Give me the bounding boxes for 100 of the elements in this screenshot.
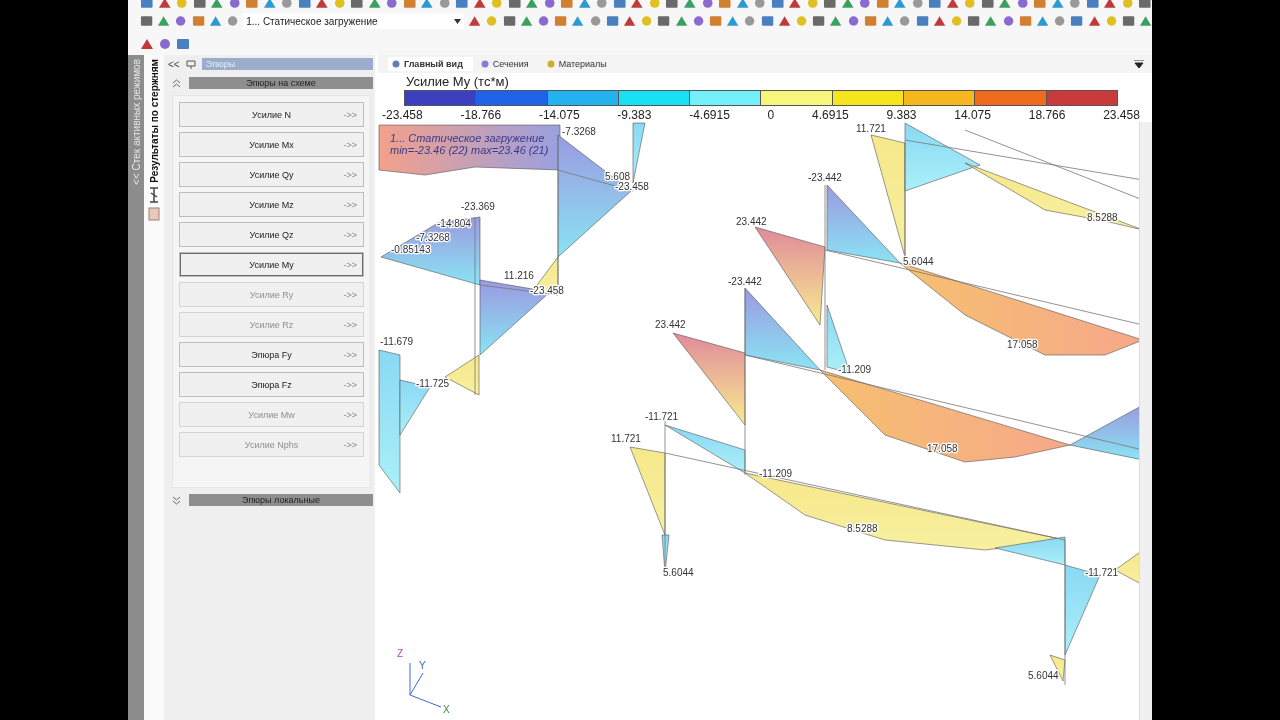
toolbar-icon[interactable]: [1068, 0, 1082, 10]
toolbar-icon[interactable]: [192, 0, 207, 10]
toolbar-icon[interactable]: [898, 14, 912, 28]
toolbar-icon[interactable]: [998, 0, 1012, 10]
toolbar-icon[interactable]: [1121, 14, 1136, 28]
toolbar-icon[interactable]: [420, 0, 434, 10]
toolbar-icon[interactable]: [210, 0, 224, 10]
toolbar-icon[interactable]: [743, 14, 757, 28]
toolbar-icon[interactable]: [437, 0, 452, 10]
toolbar-icon[interactable]: [967, 14, 981, 28]
view-tab[interactable]: Главный вид: [388, 57, 473, 71]
toolbar-icon[interactable]: [472, 0, 487, 10]
toolbar-icon[interactable]: [863, 14, 878, 28]
section-header[interactable]: Эпюры на схеме: [189, 77, 373, 89]
side-tab[interactable]: Результаты по стержням: [148, 59, 160, 183]
toolbar-icon[interactable]: [1138, 0, 1152, 10]
toolbar-icon[interactable]: [157, 0, 172, 10]
view-tab[interactable]: Материалы: [542, 57, 617, 71]
toolbar-icon[interactable]: [932, 14, 946, 28]
toolbar-icon[interactable]: [525, 0, 539, 10]
toolbar-icon[interactable]: [191, 14, 205, 28]
toolbar-icon[interactable]: [915, 14, 929, 28]
pin-icon[interactable]: [185, 59, 196, 69]
toolbar-icon[interactable]: [928, 0, 942, 10]
toolbar-icon[interactable]: [1085, 0, 1100, 10]
toolbar-icon[interactable]: [140, 0, 154, 10]
toolbar-icon[interactable]: [1015, 0, 1030, 10]
toolbar-icon[interactable]: [519, 14, 534, 28]
toolbar-icon[interactable]: [823, 0, 837, 10]
toolbar-icon[interactable]: [846, 14, 860, 28]
diagram-button[interactable]: Эпюра Fy ->>: [179, 342, 364, 367]
toolbar-icon[interactable]: [665, 0, 679, 10]
diagram-button[interactable]: Усилие Qz ->>: [179, 222, 364, 247]
toolbar-icon[interactable]: [1033, 0, 1047, 10]
toolbar-icon[interactable]: [691, 14, 706, 28]
toolbar-icon[interactable]: [554, 14, 568, 28]
toolbar-icon[interactable]: [571, 14, 585, 28]
toolbar-icon[interactable]: [709, 14, 723, 28]
view-tab[interactable]: Сечения: [476, 57, 539, 71]
toolbar-icon[interactable]: [595, 0, 609, 10]
collapse-chevron-icon[interactable]: [172, 78, 181, 88]
toolbar-icon[interactable]: [980, 0, 995, 10]
toolbar-icon[interactable]: [1103, 0, 1117, 10]
toolbar-icon[interactable]: [910, 0, 925, 10]
toolbar-icon[interactable]: [560, 0, 574, 10]
toolbar-icon[interactable]: [262, 0, 277, 10]
toolbar-icon[interactable]: [735, 0, 750, 10]
toolbar-icon[interactable]: [537, 14, 551, 28]
toolbar-icon[interactable]: [280, 0, 294, 10]
toolbar-icon[interactable]: [367, 0, 382, 10]
toolbar-icon[interactable]: [245, 0, 259, 10]
toolbar-icon[interactable]: [674, 14, 688, 28]
toolbar-icon[interactable]: [630, 0, 644, 10]
toolbar-icon[interactable]: [657, 14, 671, 28]
toolbar-icon[interactable]: [875, 0, 890, 10]
dropdown-icon[interactable]: [1134, 60, 1144, 68]
toolbar-icon[interactable]: [507, 0, 522, 10]
toolbar-icon[interactable]: [718, 0, 732, 10]
toolbar-icon[interactable]: [812, 14, 826, 28]
toolbar-icon[interactable]: [1001, 14, 1015, 28]
toolbar-icon[interactable]: [1035, 14, 1050, 28]
diagram-button[interactable]: Эпюра Fz ->>: [179, 372, 364, 397]
toolbar-icon[interactable]: [577, 0, 592, 10]
section-header[interactable]: Эпюры локальные: [189, 494, 373, 506]
toolbar-icon[interactable]: [760, 14, 774, 28]
toolbar-icon[interactable]: [612, 0, 627, 10]
toolbar-icon[interactable]: [770, 0, 785, 10]
toolbar-icon[interactable]: [208, 14, 222, 28]
toolbar-icon[interactable]: [623, 14, 637, 28]
diagram-button[interactable]: Усилие Qy ->>: [179, 162, 364, 187]
toolbar-icon[interactable]: [753, 0, 767, 10]
toolbar-icon[interactable]: [605, 14, 620, 28]
column-icon[interactable]: [148, 186, 160, 203]
toolbar-icon[interactable]: [140, 14, 154, 28]
expand-chevron-icon[interactable]: [172, 495, 181, 505]
toolbar-icon[interactable]: [683, 0, 697, 10]
toolbar-icon[interactable]: [829, 14, 843, 28]
toolbar-icon[interactable]: [226, 14, 240, 28]
toolbar-icon[interactable]: [1139, 14, 1152, 28]
toolbar-icon[interactable]: [227, 0, 242, 10]
diagram-button[interactable]: Усилие N ->>: [179, 102, 364, 127]
toolbar-icon[interactable]: [542, 0, 557, 10]
toolbar-icon[interactable]: [350, 0, 364, 10]
toolbar-icon[interactable]: [297, 0, 312, 10]
toolbar-icon[interactable]: [777, 14, 792, 28]
toolbar-icon[interactable]: [385, 0, 399, 10]
toolbar-icon[interactable]: [788, 0, 802, 10]
toolbar-icon[interactable]: [588, 14, 602, 28]
toolbar-icon[interactable]: [893, 0, 907, 10]
toolbar-icon[interactable]: [158, 37, 172, 51]
toolbar-icon[interactable]: [174, 14, 188, 28]
toolbar-icon[interactable]: [157, 14, 171, 28]
toolbar-icon[interactable]: [176, 37, 190, 51]
toolbar-icon[interactable]: [700, 0, 714, 10]
diagram-button[interactable]: Усилие My ->>: [179, 252, 364, 277]
toolbar-icon[interactable]: [726, 14, 740, 28]
toolbar-icon[interactable]: [140, 37, 154, 51]
toolbar-icon[interactable]: [402, 0, 417, 10]
toolbar-icon[interactable]: [984, 14, 998, 28]
toolbar-icon[interactable]: [315, 0, 329, 10]
